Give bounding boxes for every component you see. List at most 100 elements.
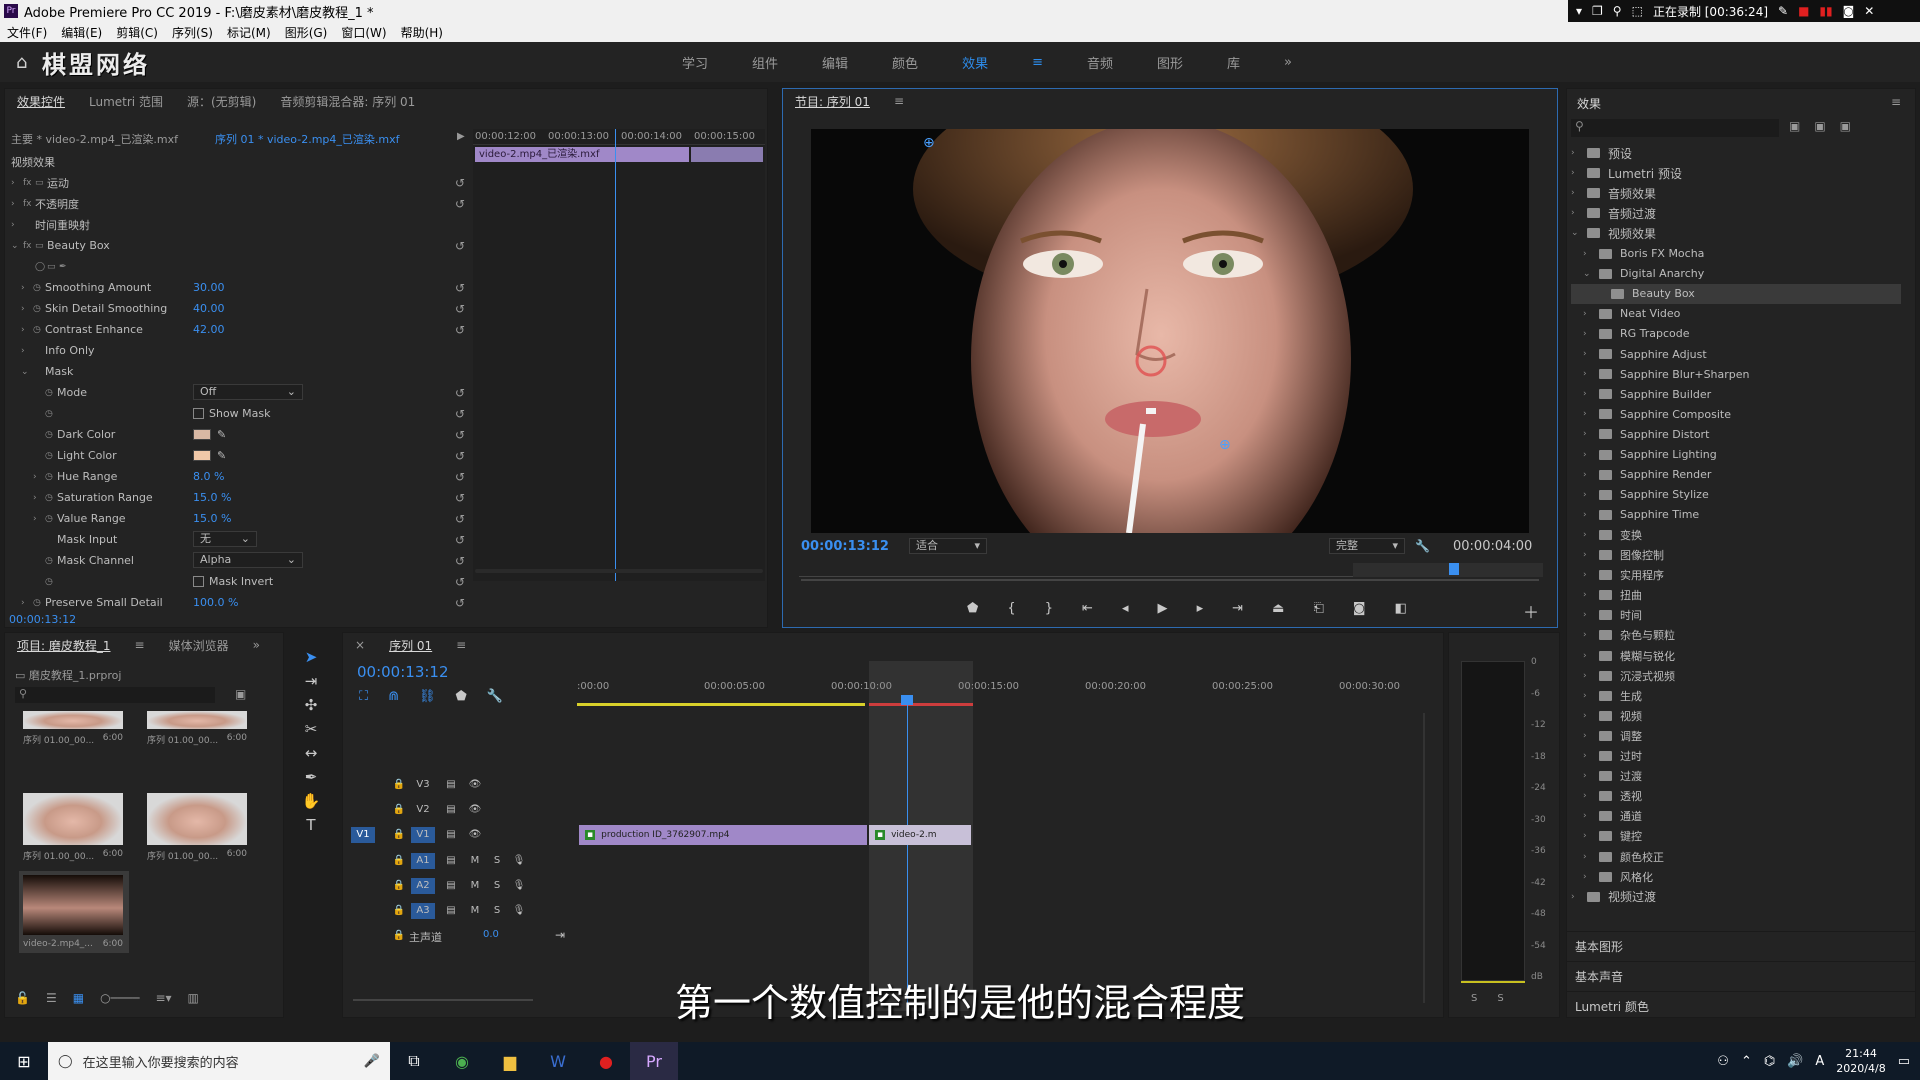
effects-tree-item[interactable]: › 沉浸式视频 bbox=[1571, 666, 1901, 686]
effects-tree-item[interactable]: › RG Trapcode bbox=[1571, 324, 1901, 344]
effects-tree-item[interactable]: › Sapphire Render bbox=[1571, 465, 1901, 485]
project-thumbnail[interactable]: video-2.mp4_... 6:00 bbox=[19, 871, 129, 953]
step-forward-icon[interactable]: ▸ bbox=[1197, 601, 1204, 616]
effects-tree-item[interactable]: › 过时 bbox=[1571, 746, 1901, 766]
ec-playhead[interactable] bbox=[615, 129, 616, 581]
workspace-tab[interactable]: 编辑 bbox=[822, 53, 848, 72]
effects-tree-item[interactable]: › Neat Video bbox=[1571, 304, 1901, 324]
effect-beauty-box[interactable]: Beauty Box bbox=[47, 239, 110, 252]
expand-icon[interactable]: › bbox=[33, 472, 45, 482]
effects-tree-item[interactable]: ⌄ Digital Anarchy bbox=[1571, 264, 1901, 284]
rect-mask-icon[interactable]: ▭ bbox=[47, 262, 59, 272]
menu-item[interactable]: 剪辑(C) bbox=[109, 24, 165, 41]
lock-icon[interactable]: 🔒 bbox=[391, 777, 407, 793]
effects-tree-item[interactable]: › 预设 bbox=[1571, 143, 1901, 163]
stopwatch-icon[interactable]: ◷ bbox=[45, 556, 57, 566]
stopwatch-icon[interactable]: ◷ bbox=[45, 409, 57, 419]
ec-tab[interactable]: 效果控件 bbox=[5, 93, 77, 110]
effects-tree-item[interactable]: Beauty Box bbox=[1571, 283, 1901, 304]
expand-icon[interactable]: › bbox=[1583, 490, 1595, 500]
mute-button[interactable]: M bbox=[467, 878, 483, 894]
expand-icon[interactable]: › bbox=[1583, 349, 1595, 359]
stopwatch-icon[interactable]: ◷ bbox=[45, 577, 57, 587]
clip-video2[interactable]: ▪ video-2.m bbox=[869, 825, 971, 845]
reset-icon[interactable]: ↺ bbox=[455, 239, 465, 253]
reset-icon[interactable]: ↺ bbox=[455, 323, 465, 337]
reset-icon[interactable]: ↺ bbox=[455, 512, 465, 526]
workspace-tab[interactable]: 库 bbox=[1227, 53, 1240, 72]
go-to-in-icon[interactable]: ⇤ bbox=[1082, 601, 1093, 616]
pen-icon[interactable]: ✎ bbox=[1778, 4, 1788, 18]
reset-icon[interactable]: ↺ bbox=[455, 302, 465, 316]
workspace-more-icon[interactable]: » bbox=[1284, 55, 1292, 70]
effects-tree-item[interactable]: ⌄ 视频效果 bbox=[1571, 223, 1901, 243]
collapse-icon[interactable]: ⌄ bbox=[11, 241, 23, 251]
reset-icon[interactable]: ↺ bbox=[455, 176, 465, 190]
eye-icon[interactable]: 👁 bbox=[467, 777, 483, 793]
workspace-tab[interactable]: 图形 bbox=[1157, 53, 1183, 72]
ec-tab[interactable]: 音频剪辑混合器: 序列 01 bbox=[268, 93, 427, 110]
stopwatch-icon[interactable]: ◷ bbox=[45, 472, 57, 482]
effects-tree-item[interactable]: › Sapphire Lighting bbox=[1571, 445, 1901, 465]
fx-icon[interactable]: fx bbox=[23, 199, 35, 209]
menu-item[interactable]: 图形(G) bbox=[278, 24, 335, 41]
extract-icon[interactable]: ⎗ bbox=[1313, 601, 1323, 616]
stopwatch-icon[interactable]: ◷ bbox=[45, 388, 57, 398]
effects-tree-item[interactable]: › 音频效果 bbox=[1571, 183, 1901, 203]
eye-icon[interactable]: 👁 bbox=[467, 827, 483, 843]
expand-icon[interactable]: › bbox=[21, 304, 33, 314]
reset-icon[interactable]: ↺ bbox=[455, 449, 465, 463]
stopwatch-icon[interactable]: ◷ bbox=[33, 283, 45, 293]
effects-search-input[interactable]: ⚲ bbox=[1571, 119, 1779, 137]
windows-start-icon[interactable]: ⊞ bbox=[0, 1042, 48, 1080]
solo-button[interactable]: S bbox=[489, 878, 505, 894]
effects-tree-item[interactable]: › 音频过渡 bbox=[1571, 203, 1901, 223]
track-label[interactable]: V1 bbox=[411, 827, 435, 843]
lock-icon[interactable]: 🔒 bbox=[391, 928, 407, 944]
mode-dropdown[interactable]: Off ⌄ bbox=[193, 384, 303, 400]
project-thumbnail[interactable]: 序列 01.00_00... 6:00 bbox=[19, 711, 129, 746]
file-explorer-icon[interactable]: ▆ bbox=[486, 1042, 534, 1080]
effects-filter-icons[interactable]: ▣▣▣ bbox=[1789, 119, 1865, 133]
effect-motion[interactable]: 运动 bbox=[47, 175, 69, 191]
expand-icon[interactable]: › bbox=[1583, 651, 1595, 661]
lift-icon[interactable]: ⏏ bbox=[1272, 601, 1284, 616]
expand-icon[interactable]: › bbox=[1583, 510, 1595, 520]
people-icon[interactable]: ⚇ bbox=[1717, 1054, 1729, 1069]
show-mask-checkbox[interactable] bbox=[193, 408, 204, 419]
slip-tool-icon[interactable]: ↔ bbox=[305, 744, 318, 762]
menu-item[interactable]: 标记(M) bbox=[220, 24, 278, 41]
mask-input-dropdown[interactable]: 无 ⌄ bbox=[193, 531, 257, 547]
project-thumbnail[interactable]: 序列 01.00_00... 6:00 bbox=[143, 711, 253, 746]
effects-tree-item[interactable]: › 模糊与锐化 bbox=[1571, 646, 1901, 666]
reset-icon[interactable]: ↺ bbox=[455, 197, 465, 211]
effects-tree-item[interactable]: › 通道 bbox=[1571, 806, 1901, 826]
menu-icon[interactable]: ≡ bbox=[123, 638, 157, 652]
expand-icon[interactable]: › bbox=[1571, 208, 1583, 218]
marker-icon[interactable]: ⬟ bbox=[967, 601, 978, 616]
expand-icon[interactable]: › bbox=[1583, 329, 1595, 339]
go-to-end-icon[interactable]: ⇥ bbox=[555, 928, 565, 942]
program-ruler[interactable] bbox=[799, 563, 1543, 577]
effects-tree-item[interactable]: › Sapphire Composite bbox=[1571, 404, 1901, 424]
collapse-icon[interactable]: ⌄ bbox=[1571, 228, 1583, 238]
expand-icon[interactable]: › bbox=[21, 283, 33, 293]
workspace-tab[interactable]: 学习 bbox=[682, 53, 708, 72]
effects-tree-item[interactable]: › Sapphire Time bbox=[1571, 505, 1901, 525]
expand-icon[interactable]: › bbox=[1571, 168, 1583, 178]
ec-tab[interactable]: Lumetri 范围 bbox=[77, 93, 175, 110]
volume-icon[interactable]: 🔊 bbox=[1787, 1054, 1803, 1069]
effects-tree-item[interactable]: › 生成 bbox=[1571, 686, 1901, 706]
effects-tree-item[interactable]: › 透视 bbox=[1571, 786, 1901, 806]
master-volume[interactable]: 0.0 bbox=[483, 929, 499, 940]
stopwatch-icon[interactable]: ◷ bbox=[33, 304, 45, 314]
expand-icon[interactable]: › bbox=[1583, 791, 1595, 801]
effects-tree-item[interactable]: › Sapphire Builder bbox=[1571, 384, 1901, 404]
project-thumbnail[interactable]: 序列 01.00_00... 6:00 bbox=[19, 793, 129, 862]
wrench-icon[interactable]: 🔧 bbox=[1415, 539, 1430, 553]
mic-icon[interactable]: 🎤 bbox=[364, 1054, 380, 1069]
go-to-out-icon[interactable]: ⇥ bbox=[1232, 601, 1243, 616]
stopwatch-icon[interactable]: ◷ bbox=[45, 514, 57, 524]
param-value[interactable]: 40.00 bbox=[193, 302, 225, 315]
expand-icon[interactable]: › bbox=[1583, 671, 1595, 681]
